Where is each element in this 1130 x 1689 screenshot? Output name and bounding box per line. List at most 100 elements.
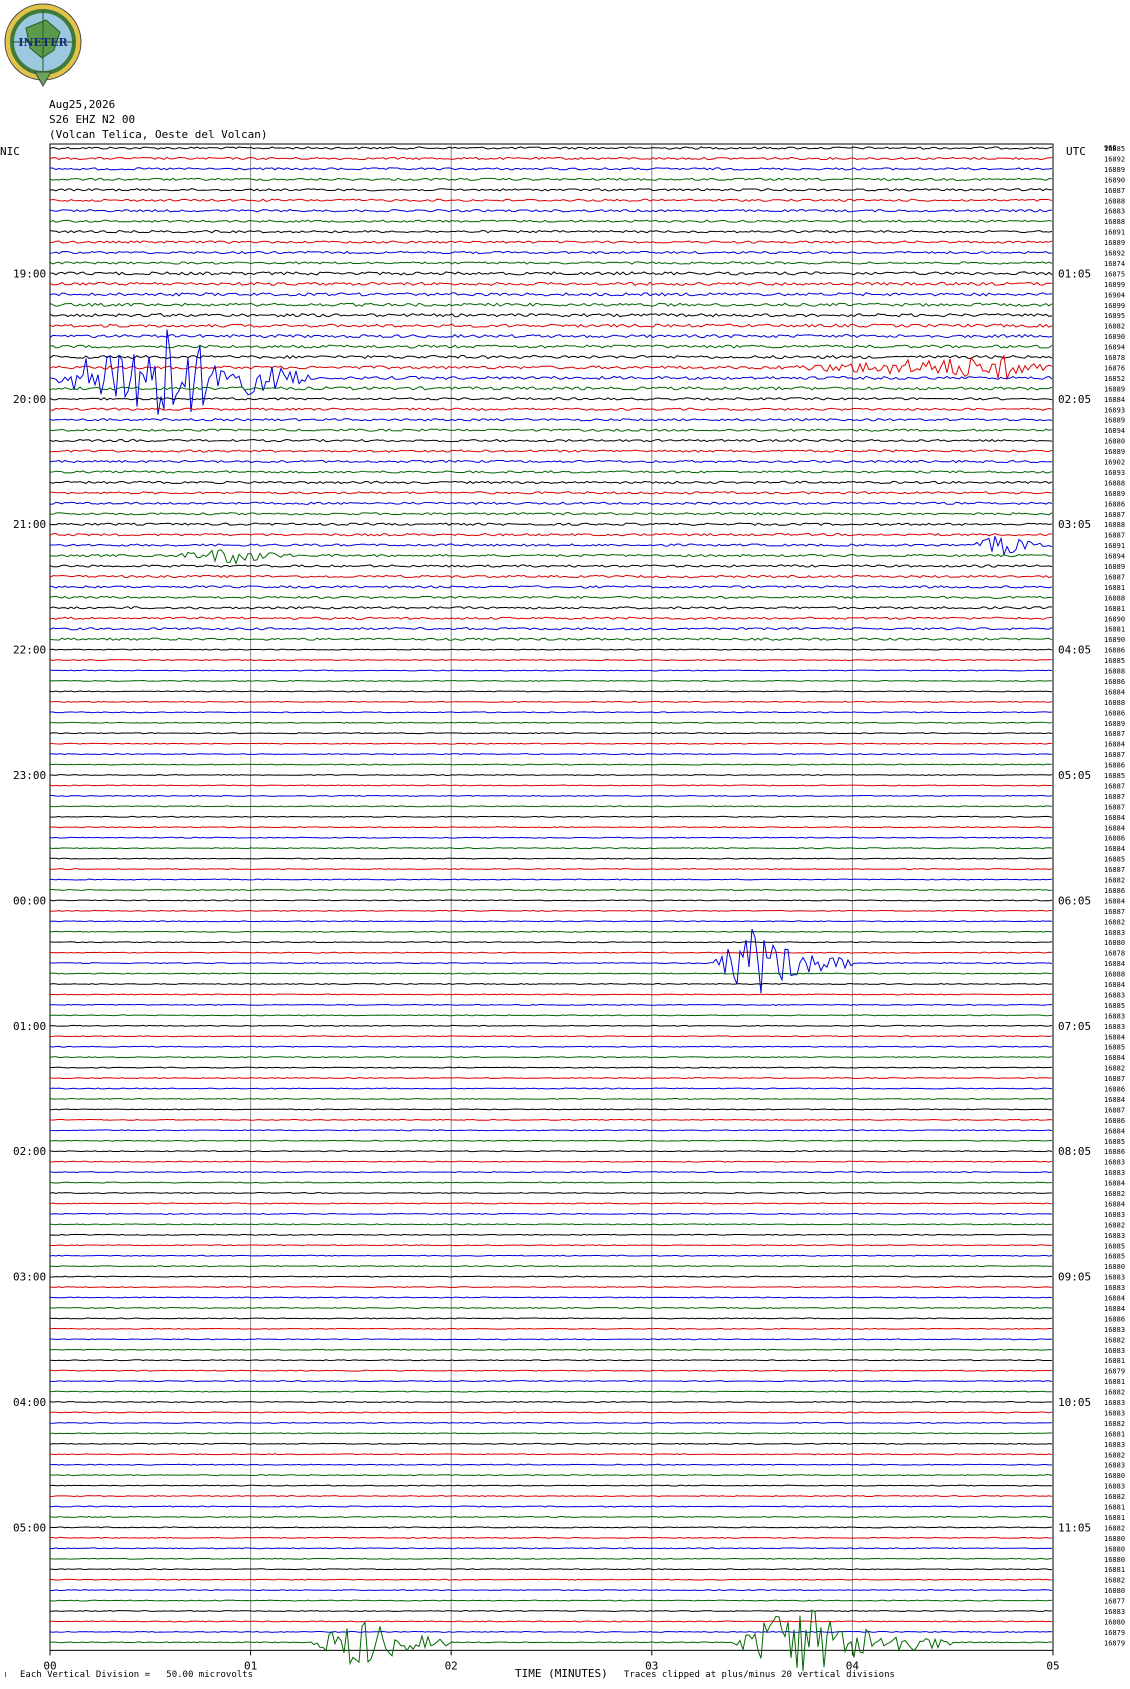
row-value-label: 16883 — [1104, 1232, 1125, 1240]
row-value-label: 16880 — [1104, 1535, 1125, 1543]
row-value-label: 16883 — [1104, 1284, 1125, 1292]
trace-row — [49, 1223, 1053, 1226]
row-value-label: 16880 — [1104, 1545, 1125, 1553]
row-value-label: 16882 — [1104, 1577, 1125, 1585]
helicorder-plot: NIC UTC 966 00 01 02 03 04 051688516892168891… — [0, 143, 1125, 1672]
row-value-label: 16889 — [1104, 720, 1125, 728]
trace-row — [49, 941, 1053, 944]
row-value-label: 16884 — [1104, 1295, 1125, 1303]
trace-row — [49, 690, 1053, 693]
row-value-label: 16883 — [1104, 1012, 1125, 1020]
trace-row — [49, 888, 1053, 891]
row-value-label: 16887 — [1104, 908, 1125, 916]
trace-row — [49, 438, 1053, 443]
trace-row — [49, 209, 1053, 213]
row-value-label: 16880 — [1104, 438, 1125, 446]
trace-row — [49, 271, 1053, 276]
trace-row — [49, 261, 1053, 265]
row-value-label: 16883 — [1104, 1326, 1125, 1334]
trace-row — [49, 983, 1053, 985]
row-value-label: 16888 — [1104, 218, 1125, 226]
trace-row — [49, 323, 1053, 328]
row-value-label: 16890 — [1104, 176, 1125, 184]
trace-row — [49, 847, 1053, 850]
trace-row — [49, 1599, 1053, 1602]
row-value-label: 16899 — [1104, 302, 1125, 310]
trace-row — [49, 1515, 1053, 1518]
trace-row — [49, 1369, 1053, 1372]
row-value-label: 16885 — [1104, 1002, 1125, 1010]
trace-row — [49, 815, 1053, 818]
trace-row — [49, 501, 1053, 505]
trace-row — [49, 428, 1053, 432]
right-hour-label: 02:05 — [1058, 393, 1091, 406]
row-value-label: 16881 — [1104, 1378, 1125, 1386]
trace-row — [49, 909, 1053, 912]
row-value-label: 16886 — [1104, 500, 1125, 508]
trace-row — [49, 250, 1053, 255]
trace-row — [49, 1129, 1053, 1132]
left-hour-label: 21:00 — [13, 518, 46, 531]
row-value-label: 16882 — [1104, 1389, 1125, 1397]
row-value-label: 16881 — [1104, 1504, 1125, 1512]
row-value-label: 16889 — [1104, 448, 1125, 456]
trace-row — [49, 198, 1053, 202]
row-value-label: 16883 — [1104, 208, 1125, 216]
row-value-label: 16884 — [1104, 1054, 1125, 1062]
row-value-label: 16881 — [1104, 1357, 1125, 1365]
row-value-label: 16883 — [1104, 1399, 1125, 1407]
seismic-traces — [49, 146, 1053, 1672]
trace-row — [49, 1150, 1053, 1153]
trace-row — [49, 281, 1053, 286]
trace-row — [49, 491, 1053, 495]
row-value-label: 16889 — [1104, 417, 1125, 425]
row-value-label: 16887 — [1104, 511, 1125, 519]
trace-row — [49, 1610, 1053, 1612]
row-value-label: 16886 — [1104, 887, 1125, 895]
trace-row — [49, 595, 1053, 599]
row-value-label: 16904 — [1104, 291, 1125, 299]
trace-row — [49, 763, 1053, 766]
row-value-label: 16880 — [1104, 1618, 1125, 1626]
row-value-label: 16884 — [1104, 824, 1125, 832]
trace-row — [49, 1171, 1053, 1174]
row-value-label: 16895 — [1104, 312, 1125, 320]
x-axis-title: TIME (MINUTES) — [515, 1667, 608, 1680]
trace-row — [49, 1077, 1053, 1080]
trace-row — [49, 334, 1053, 339]
trace-row — [49, 1254, 1053, 1257]
row-value-label: 16882 — [1104, 1420, 1125, 1428]
trace-row — [49, 732, 1053, 735]
row-value-label: 16884 — [1104, 960, 1125, 968]
trace-row — [49, 1056, 1053, 1059]
trace-row — [49, 679, 1053, 682]
trace-row — [49, 1212, 1053, 1215]
trace-row — [49, 386, 1053, 391]
row-value-label: 16887 — [1104, 574, 1125, 582]
trace-row — [49, 742, 1053, 745]
row-value-label: 16880 — [1104, 1556, 1125, 1564]
row-value-label: 16875 — [1104, 270, 1125, 278]
x-tick-label: 02 — [445, 1659, 458, 1672]
row-value-label: 16886 — [1104, 1086, 1125, 1094]
trace-row — [49, 302, 1053, 307]
row-value-label: 16879 — [1104, 1639, 1125, 1647]
trace-row — [49, 1338, 1053, 1341]
trace-row — [49, 177, 1053, 181]
trace-row — [49, 329, 1053, 415]
row-value-label: 16884 — [1104, 845, 1125, 853]
trace-row — [49, 1035, 1053, 1038]
row-value-label: 16886 — [1104, 678, 1125, 686]
trace-row — [49, 156, 1053, 161]
row-value-label: 16889 — [1104, 563, 1125, 571]
trace-row — [49, 470, 1053, 474]
row-value-label: 16882 — [1104, 1221, 1125, 1229]
trace-row — [49, 292, 1053, 297]
trace-row — [49, 1380, 1053, 1383]
row-value-label: 16888 — [1104, 971, 1125, 979]
row-value-label: 16883 — [1104, 1483, 1125, 1491]
trace-row — [49, 1327, 1053, 1330]
trace-row — [49, 774, 1053, 776]
row-value-label: 16884 — [1104, 1127, 1125, 1135]
trace-row — [49, 1202, 1053, 1205]
